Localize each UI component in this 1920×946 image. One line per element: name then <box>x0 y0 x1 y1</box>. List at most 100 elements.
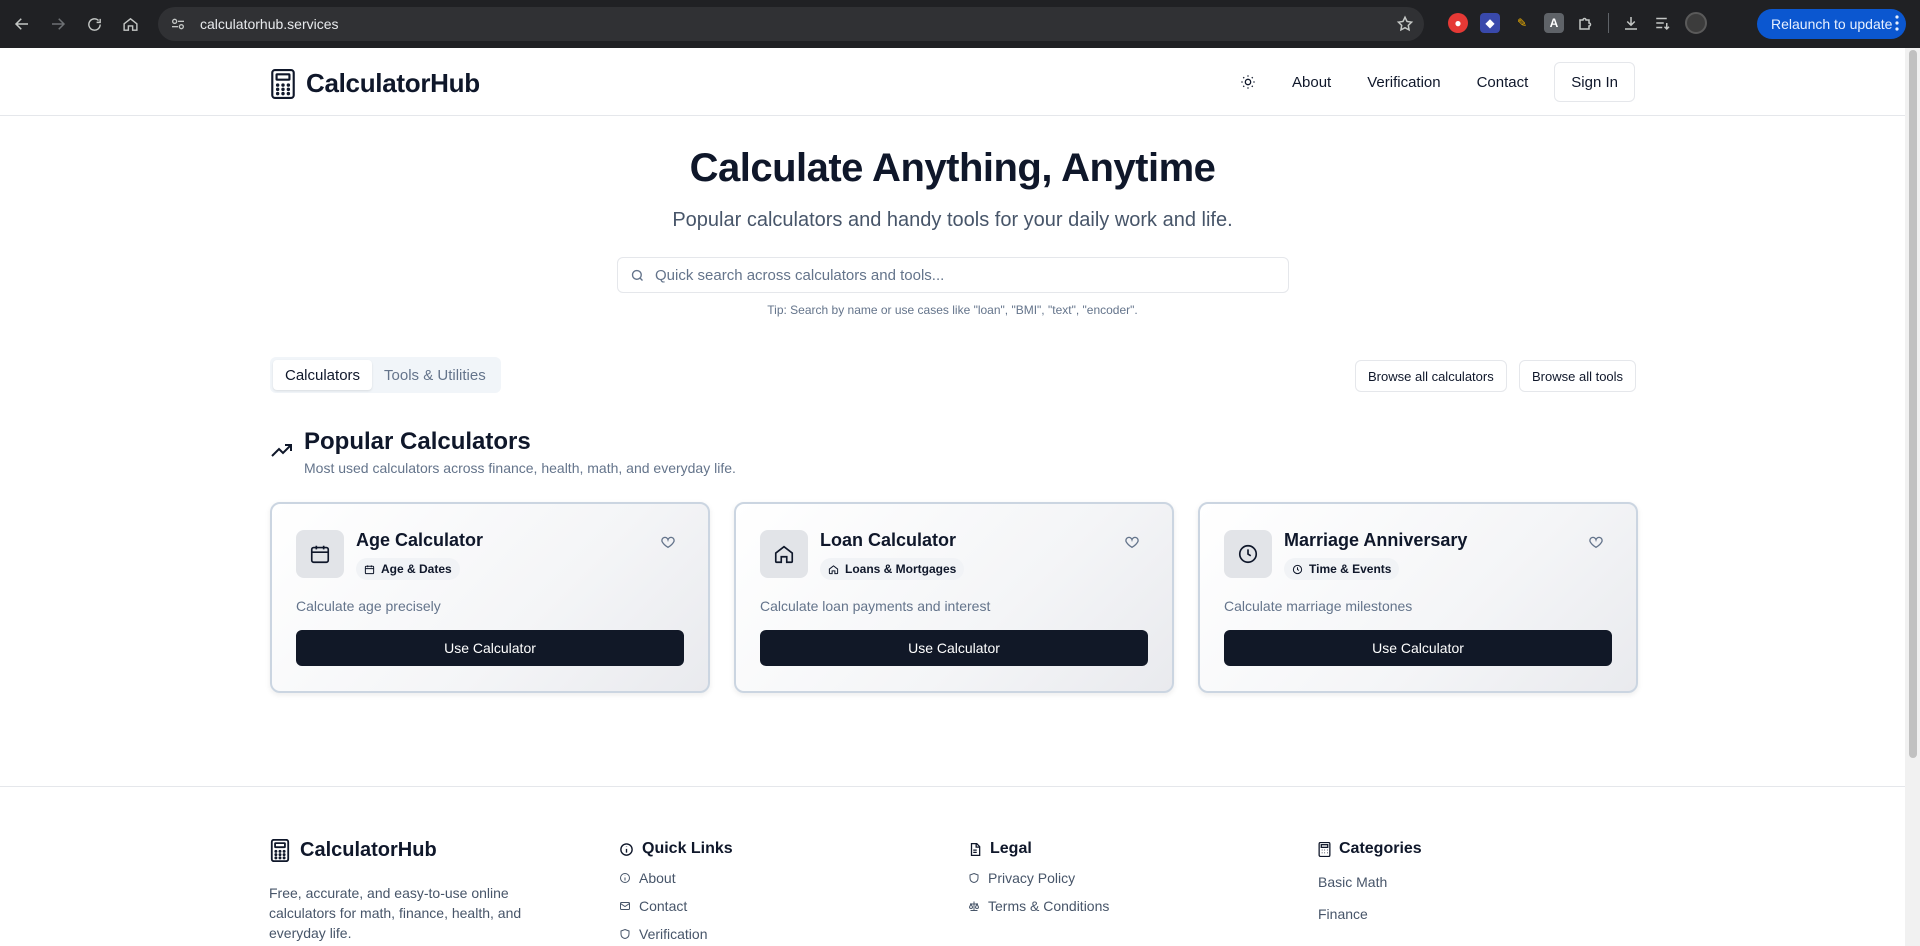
card-title[interactable]: Loan Calculator <box>820 530 956 551</box>
download-icon[interactable] <box>1621 13 1641 33</box>
home-icon <box>122 17 138 31</box>
theme-toggle-button[interactable] <box>1228 62 1268 102</box>
forward-button[interactable] <box>40 6 76 42</box>
footer-description: Free, accurate, and easy-to-use online c… <box>269 885 522 941</box>
arrow-right-icon <box>52 18 66 30</box>
card-description: Calculate loan payments and interest <box>760 598 991 614</box>
trending-up-icon <box>271 444 292 457</box>
footer-link-label[interactable]: Privacy Policy <box>988 870 1075 886</box>
use-calculator-button[interactable]: Use Calculator <box>1224 630 1612 666</box>
footer-link-privacy[interactable]: Privacy Policy <box>968 868 1109 887</box>
category-label: Loans & Mortgages <box>845 562 957 576</box>
bookmark-star-icon[interactable] <box>1396 15 1414 33</box>
card-description: Calculate marriage milestones <box>1224 598 1413 614</box>
footer-category-link[interactable]: Basic Math <box>1318 872 1422 891</box>
scrollbar-thumb[interactable] <box>1909 50 1917 758</box>
card-title[interactable]: Age Calculator <box>356 530 483 551</box>
footer-link-label[interactable]: Contact <box>639 898 687 914</box>
search-box[interactable] <box>617 257 1289 293</box>
site-footer: CalculatorHub Free, accurate, and easy-t… <box>0 786 1905 946</box>
legal-heading: Legal <box>968 839 1109 859</box>
toolbar-separator <box>1608 13 1609 33</box>
brand-logo[interactable]: CalculatorHub <box>270 68 480 99</box>
nav-buttons <box>0 6 148 42</box>
nav-link-contact[interactable]: Contact <box>1459 62 1547 102</box>
use-calculator-button[interactable]: Use Calculator <box>296 630 684 666</box>
clock-small-icon <box>1292 564 1303 574</box>
back-button[interactable] <box>4 6 40 42</box>
shield-icon <box>620 928 630 939</box>
page-scrollbar[interactable] <box>1905 48 1920 946</box>
nav-link-about[interactable]: About <box>1274 62 1349 102</box>
quick-links-title: Quick Links <box>642 840 733 857</box>
document-icon <box>970 842 981 856</box>
favorite-heart-icon[interactable] <box>1124 534 1140 550</box>
favorite-heart-icon[interactable] <box>1588 534 1604 550</box>
browse-all-calculators-button[interactable]: Browse all calculators <box>1355 360 1507 392</box>
tab-calculators[interactable]: Calculators <box>273 360 373 390</box>
extension-pen-icon[interactable]: ✎ <box>1512 13 1532 33</box>
browser-toolbar: calculatorhub.services ● ◆ ✎ A Relaunch … <box>0 0 1920 48</box>
info-icon <box>620 842 633 856</box>
search-icon <box>631 269 643 281</box>
mail-icon <box>620 901 630 910</box>
extensions-puzzle-icon[interactable] <box>1576 13 1596 33</box>
categories-heading: Categories <box>1318 839 1422 859</box>
calculator-icon <box>270 839 290 862</box>
site-settings-icon[interactable] <box>170 16 186 32</box>
footer-link-about[interactable]: About <box>619 868 733 887</box>
footer-link-contact[interactable]: Contact <box>619 896 733 915</box>
footer-brand-name: CalculatorHub <box>300 839 437 861</box>
footer-brand[interactable]: CalculatorHub <box>270 839 437 862</box>
extension-shield-icon[interactable]: ◆ <box>1480 13 1500 33</box>
search-tip: Tip: Search by name or use cases like "l… <box>767 303 1138 317</box>
use-calculator-button[interactable]: Use Calculator <box>760 630 1148 666</box>
info-icon <box>620 872 630 883</box>
footer-link-verification[interactable]: Verification <box>619 924 733 943</box>
extension-red-icon[interactable]: ● <box>1448 13 1468 33</box>
footer-category-link[interactable]: Finance <box>1318 904 1422 923</box>
sun-icon <box>1241 75 1255 89</box>
footer-legal: Legal Privacy Policy Terms & Conditions <box>968 839 1109 915</box>
card-title[interactable]: Marriage Anniversary <box>1284 530 1467 551</box>
footer-categories: Categories Basic Math Finance <box>1318 839 1422 923</box>
reading-list-icon[interactable] <box>1653 13 1673 33</box>
favorite-heart-icon[interactable] <box>660 534 676 550</box>
calculator-card[interactable]: Age Calculator Age & Dates Calculate age… <box>270 502 710 693</box>
search-input[interactable] <box>655 266 1255 284</box>
category-badge: Time & Events <box>1284 558 1400 580</box>
shield-icon <box>969 872 979 883</box>
category-label: Age & Dates <box>381 562 452 576</box>
footer-link-terms[interactable]: Terms & Conditions <box>968 896 1109 915</box>
chrome-menu-icon[interactable] <box>1895 14 1899 32</box>
hero-subtitle: Popular calculators and handy tools for … <box>672 209 1233 231</box>
nav-link-verification[interactable]: Verification <box>1349 62 1458 102</box>
calculator-icon <box>1318 841 1331 857</box>
sign-in-button[interactable]: Sign In <box>1554 62 1635 102</box>
url-text[interactable]: calculatorhub.services <box>200 16 339 32</box>
legal-title: Legal <box>990 840 1032 857</box>
category-badge: Age & Dates <box>356 558 460 580</box>
calculator-icon <box>271 68 295 99</box>
home-button[interactable] <box>112 6 148 42</box>
address-bar[interactable]: calculatorhub.services <box>158 7 1424 41</box>
home-icon <box>760 530 808 578</box>
reload-button[interactable] <box>76 6 112 42</box>
extensions-area: ● ◆ ✎ A <box>1448 12 1707 34</box>
calculator-card[interactable]: Marriage Anniversary Time & Events Calcu… <box>1198 502 1638 693</box>
profile-avatar[interactable] <box>1685 12 1707 34</box>
calendar-icon <box>296 530 344 578</box>
brand-name: CalculatorHub <box>306 68 480 98</box>
hero-title: Calculate Anything, Anytime <box>689 146 1216 190</box>
section-subtitle: Most used calculators across finance, he… <box>304 460 736 476</box>
main-nav: About Verification Contact Sign In <box>1228 62 1635 102</box>
relaunch-button[interactable]: Relaunch to update <box>1757 9 1907 39</box>
browse-all-tools-button[interactable]: Browse all tools <box>1519 360 1637 392</box>
calculator-card[interactable]: Loan Calculator Loans & Mortgages Calcul… <box>734 502 1174 693</box>
footer-link-label[interactable]: Terms & Conditions <box>988 898 1109 914</box>
footer-link-label[interactable]: Verification <box>639 926 707 942</box>
extension-a-icon[interactable]: A <box>1544 13 1564 33</box>
calendar-small-icon <box>364 564 375 574</box>
footer-link-label[interactable]: About <box>639 870 676 886</box>
tab-tools-utilities[interactable]: Tools & Utilities <box>372 360 498 390</box>
